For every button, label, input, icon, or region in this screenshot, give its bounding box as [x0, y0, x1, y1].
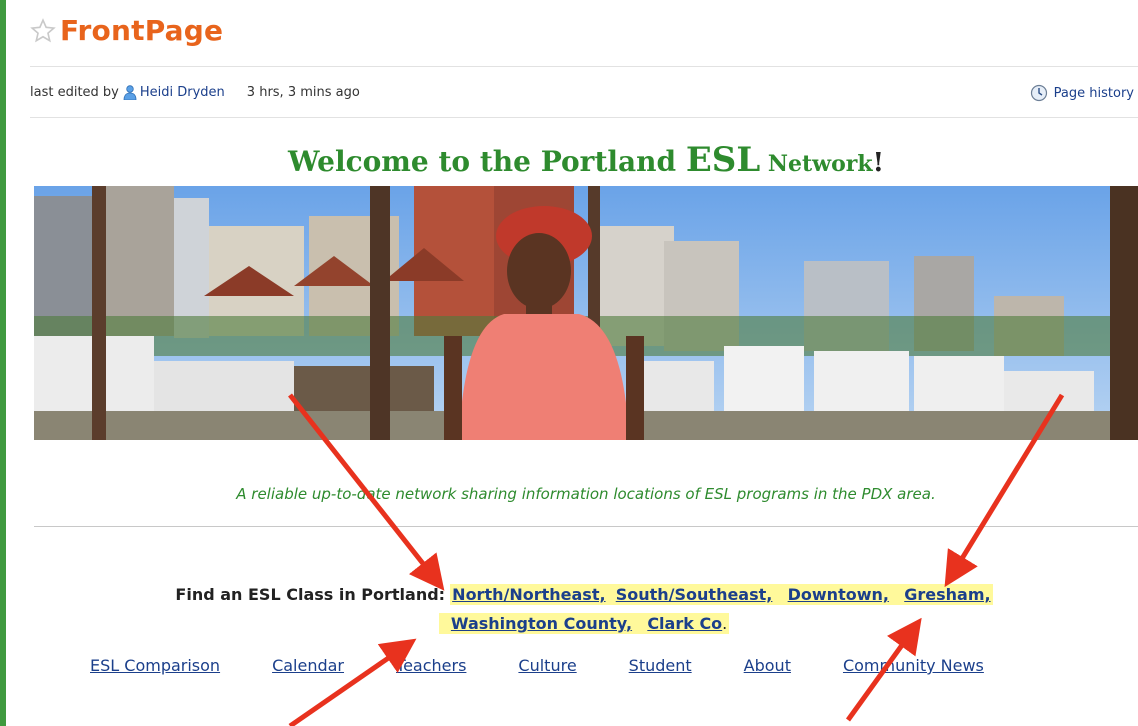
portland-waterfront-photo: [34, 186, 1138, 440]
divider: [34, 526, 1138, 527]
welcome-network: Network: [760, 151, 873, 177]
nav-student[interactable]: Student: [629, 656, 692, 675]
link-south-southeast[interactable]: South/Southeast,: [616, 585, 773, 604]
find-class-label: Find an ESL Class in Portland:: [175, 585, 446, 604]
left-accent-bar: [0, 0, 6, 726]
welcome-heading: Welcome to the Portland ESL Network!: [34, 140, 1138, 180]
link-north-northeast[interactable]: North/Northeast,: [452, 585, 605, 604]
title-row: FrontPage: [30, 14, 223, 47]
star-icon[interactable]: [30, 17, 56, 44]
clock-icon: [1030, 84, 1047, 102]
author-link[interactable]: Heidi Dryden: [140, 85, 225, 100]
tagline: A reliable up-to-date network sharing in…: [236, 485, 936, 503]
find-class-section: Find an ESL Class in Portland: North/Nor…: [30, 580, 1138, 638]
link-clark-co[interactable]: Clark Co: [647, 614, 722, 633]
nav-esl-comparison[interactable]: ESL Comparison: [90, 656, 220, 675]
arrow: [845, 617, 922, 722]
link-washington-county[interactable]: Washington County,: [451, 614, 632, 633]
edited-time: 3 hrs, 3 mins ago: [246, 85, 360, 100]
region-links-highlight: North/Northeast, South/Southeast, Downto…: [450, 584, 993, 605]
link-downtown[interactable]: Downtown,: [788, 585, 889, 604]
divider: [30, 117, 1138, 118]
nav-teachers[interactable]: Teachers: [396, 656, 466, 675]
region-links-highlight: Washington County, Clark Co.: [438, 613, 730, 634]
edit-meta: last edited by Heidi Dryden 3 hrs, 3 min…: [30, 85, 360, 100]
find-end: .: [722, 614, 728, 633]
meta-prefix: last edited by: [30, 85, 119, 100]
link-gresham[interactable]: Gresham,: [904, 585, 990, 604]
nav-community-news[interactable]: Community News: [843, 656, 984, 675]
welcome-exclaim: !: [872, 148, 885, 178]
nav-about[interactable]: About: [744, 656, 791, 675]
bottom-nav: ESL Comparison Calendar Teachers Culture…: [90, 656, 1036, 675]
divider: [30, 66, 1138, 67]
user-icon: [123, 85, 137, 100]
page-history-link[interactable]: Page history: [1030, 84, 1134, 102]
page-history-label: Page history: [1053, 85, 1134, 101]
nav-calendar[interactable]: Calendar: [272, 656, 344, 675]
page-title: FrontPage: [60, 14, 224, 47]
welcome-text: Welcome to the Portland: [287, 145, 686, 178]
nav-culture[interactable]: Culture: [518, 656, 576, 675]
welcome-esl: ESL: [685, 140, 761, 180]
